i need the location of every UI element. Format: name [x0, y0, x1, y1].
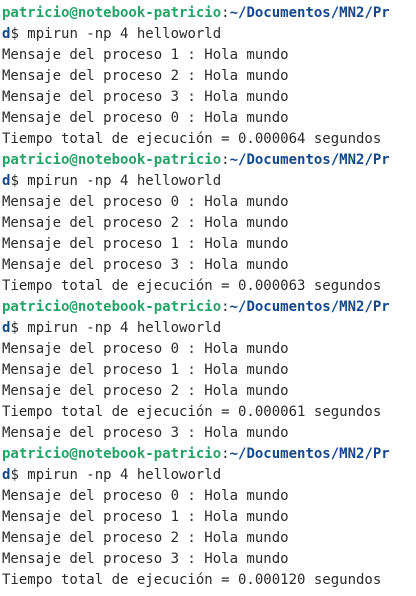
- prompt-separator: :: [221, 5, 230, 21]
- command-line: d$ mpirun -np 4 helloworld: [0, 465, 416, 486]
- output-line: Mensaje del proceso 1 : Hola mundo: [2, 362, 289, 378]
- output-line: Mensaje del proceso 3 : Hola mundo: [2, 425, 289, 441]
- output-line: Tiempo total de ejecución = 0.000061 seg…: [2, 404, 382, 420]
- output-line: Mensaje del proceso 2 : Hola mundo: [2, 68, 289, 84]
- command-line: d$ mpirun -np 4 helloworld: [0, 24, 416, 45]
- prompt-line: patricio@notebook-patricio:~/Documentos/…: [0, 444, 416, 465]
- prompt-line: patricio@notebook-patricio:~/Documentos/…: [0, 3, 416, 24]
- output-line: Mensaje del proceso 0 : Hola mundo: [2, 341, 289, 357]
- output-line: Mensaje del proceso 2 : Hola mundo: [2, 530, 289, 546]
- terminal-output[interactable]: patricio@notebook-patricio:~/Documentos/…: [0, 0, 416, 596]
- prompt-user-host: patricio@notebook-patricio: [2, 152, 222, 168]
- output-line: Mensaje del proceso 0 : Hola mundo: [2, 194, 289, 210]
- command-text: mpirun -np 4 helloworld: [27, 467, 222, 483]
- output-line: Mensaje del proceso 2 : Hola mundo: [2, 215, 289, 231]
- prompt-symbol: $: [10, 26, 28, 42]
- output-line: Mensaje del proceso 1 : Hola mundo: [2, 509, 289, 525]
- output-line: Mensaje del proceso 0 : Hola mundo: [2, 488, 289, 504]
- command-text: mpirun -np 4 helloworld: [27, 26, 222, 42]
- output-line: Mensaje del proceso 1 : Hola mundo: [2, 47, 289, 63]
- prompt-path: ~/Documentos/MN2/Pr: [229, 299, 390, 315]
- prompt-path: ~/Documentos/MN2/Pr: [229, 446, 390, 462]
- prompt-user-host: patricio@notebook-patricio: [2, 446, 222, 462]
- output-line: Mensaje del proceso 1 : Hola mundo: [2, 236, 289, 252]
- output-line: Mensaje del proceso 3 : Hola mundo: [2, 89, 289, 105]
- output-line: Tiempo total de ejecución = 0.000064 seg…: [2, 131, 382, 147]
- prompt-path: ~/Documentos/MN2/Pr: [229, 152, 390, 168]
- command-text: mpirun -np 4 helloworld: [27, 320, 222, 336]
- prompt-symbol: $: [10, 467, 28, 483]
- output-line: Mensaje del proceso 3 : Hola mundo: [2, 257, 289, 273]
- prompt-separator: :: [221, 152, 230, 168]
- prompt-line: patricio@notebook-patricio:~/Documentos/…: [0, 150, 416, 171]
- prompt-symbol: $: [10, 173, 28, 189]
- output-line: Tiempo total de ejecución = 0.000120 seg…: [2, 572, 382, 588]
- command-line: d$ mpirun -np 4 helloworld: [0, 318, 416, 339]
- output-line: Mensaje del proceso 0 : Hola mundo: [2, 110, 289, 126]
- prompt-user-host: patricio@notebook-patricio: [2, 299, 222, 315]
- command-text: mpirun -np 4 helloworld: [27, 173, 222, 189]
- prompt-separator: :: [221, 299, 230, 315]
- output-line: Tiempo total de ejecución = 0.000063 seg…: [2, 278, 382, 294]
- prompt-line: patricio@notebook-patricio:~/Documentos/…: [0, 297, 416, 318]
- prompt-user-host: patricio@notebook-patricio: [2, 5, 222, 21]
- prompt-path: ~/Documentos/MN2/Pr: [229, 5, 390, 21]
- command-line: d$ mpirun -np 4 helloworld: [0, 171, 416, 192]
- output-line: Mensaje del proceso 3 : Hola mundo: [2, 551, 289, 567]
- prompt-symbol: $: [10, 320, 28, 336]
- prompt-separator: :: [221, 446, 230, 462]
- output-line: Mensaje del proceso 2 : Hola mundo: [2, 383, 289, 399]
